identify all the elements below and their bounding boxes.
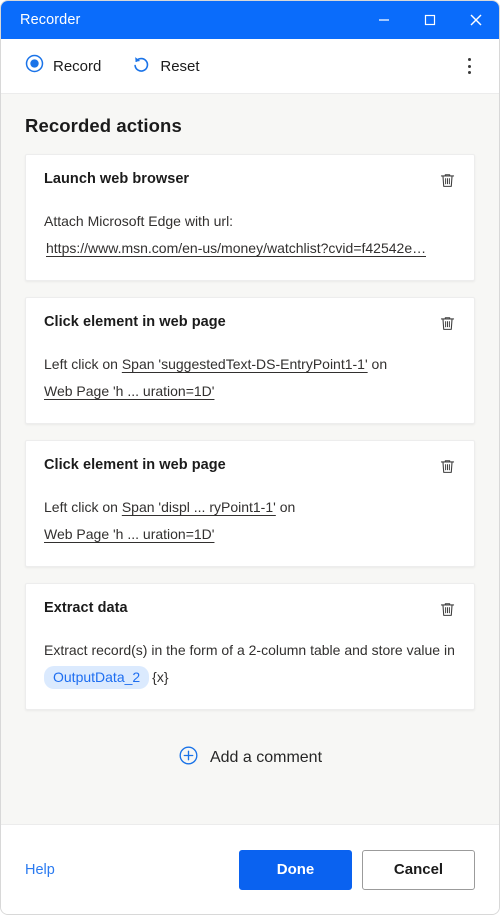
minimize-button[interactable] [361,1,407,39]
toolbar: Record Reset [1,39,499,94]
help-link[interactable]: Help [25,862,239,878]
click-target-element[interactable]: Span 'displ ... ryPoint1-1' [122,499,276,515]
record-circle-icon [25,54,44,78]
trash-icon[interactable] [434,596,460,622]
add-comment-button[interactable]: Add a comment [25,737,475,779]
action-card-extract-data[interactable]: Extract data Extract record(s) in the fo… [25,583,475,710]
browser-url-link[interactable]: https://www.msn.com/en-us/money/watchlis… [46,235,426,262]
plus-circle-icon [178,745,199,771]
reset-label: Reset [160,57,200,75]
action-card-click-element-1[interactable]: Click element in web page Left click on … [25,297,475,424]
trash-icon[interactable] [434,167,460,193]
kebab-menu-icon[interactable] [453,50,485,82]
done-button[interactable]: Done [239,849,352,890]
cancel-button[interactable]: Cancel [362,849,475,890]
attach-text: Attach Microsoft Edge with url: [44,213,234,229]
click-target-element[interactable]: Span 'suggestedText-DS-EntryPoint1-1' [122,356,368,372]
click-suffix: on [371,356,388,372]
record-label: Record [53,57,102,75]
window-title: Recorder [20,12,81,28]
click-target-page[interactable]: Web Page 'h ... uration=1D' [44,526,214,542]
action-description: Extract record(s) in the form of a 2-col… [44,637,456,691]
action-title: Click element in web page [44,457,226,473]
extract-text: Extract record(s) in the form of a 2-col… [44,642,455,658]
trash-icon[interactable] [434,310,460,336]
close-button[interactable] [453,1,499,39]
action-description: Left click on Span 'displ ... ryPoint1-1… [44,494,456,548]
title-bar: Recorder [1,1,499,39]
card-header: Click element in web page [44,314,456,336]
click-suffix: on [279,499,296,515]
output-variable-chip[interactable]: OutputData_2 [44,666,150,689]
card-header: Click element in web page [44,457,456,479]
reset-button[interactable]: Reset [123,48,207,85]
action-description: Attach Microsoft Edge with url: https://… [44,208,456,262]
add-comment-label: Add a comment [209,749,323,766]
recorder-window: Recorder Record Reset Recorded actions L… [0,0,500,915]
url-line: https://www.msn.com/en-us/money/watchlis… [46,235,456,262]
record-button[interactable]: Record [17,48,109,84]
card-header: Launch web browser [44,171,456,193]
action-card-click-element-2[interactable]: Click element in web page Left click on … [25,440,475,567]
undo-arrow-icon [131,54,151,79]
maximize-button[interactable] [407,1,453,39]
recorded-actions-panel: Recorded actions Launch web browser Atta… [1,94,499,824]
action-description: Left click on Span 'suggestedText-DS-Ent… [44,351,456,405]
footer-bar: Help Done Cancel [1,824,499,914]
click-prefix: Left click on [44,499,118,515]
action-card-launch-web-browser[interactable]: Launch web browser Attach Microsoft Edge… [25,154,475,281]
action-title: Extract data [44,600,128,616]
variable-type-marker: {x} [152,669,169,685]
action-title: Launch web browser [44,171,190,187]
page-title: Recorded actions [25,115,182,136]
click-target-page[interactable]: Web Page 'h ... uration=1D' [44,383,214,399]
card-header: Extract data [44,600,456,622]
click-prefix: Left click on [44,356,118,372]
trash-icon[interactable] [434,453,460,479]
action-title: Click element in web page [44,314,226,330]
